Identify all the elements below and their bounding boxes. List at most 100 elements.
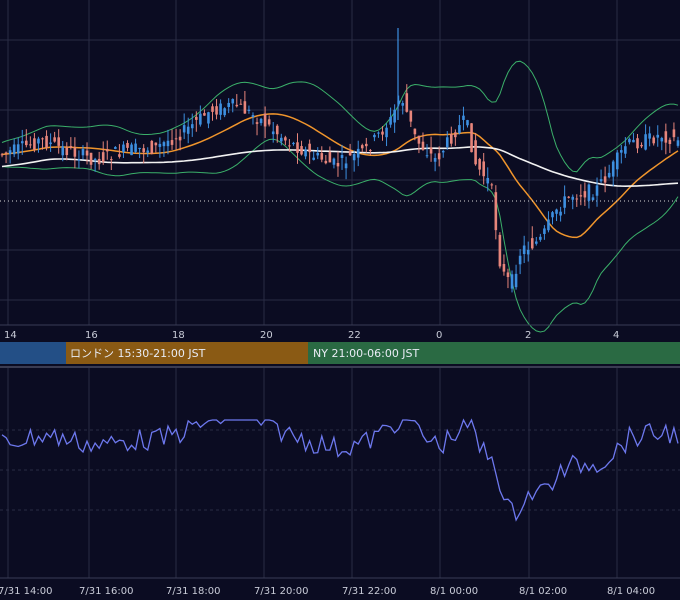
candle-body <box>478 158 481 170</box>
candle-body <box>441 150 445 153</box>
candle-body <box>138 147 141 149</box>
candle-body <box>110 159 113 161</box>
candle-body <box>81 149 85 156</box>
moving-average-lines <box>1 113 679 239</box>
x-tick-label: 18 <box>172 330 185 341</box>
candle-body <box>567 196 570 198</box>
candle-body <box>490 184 494 186</box>
x-tick-label-lower: 7/31 22:00 <box>342 586 396 597</box>
candle-body <box>389 116 392 125</box>
candle-body <box>445 137 449 147</box>
candle-body <box>405 93 409 112</box>
candle-body <box>271 131 275 135</box>
x-tick-label: 0 <box>436 330 442 341</box>
candle-body <box>571 196 575 200</box>
candle-body <box>8 150 12 155</box>
x-tick-label-lower: 8/1 02:00 <box>519 586 567 597</box>
candle-body <box>199 113 202 125</box>
candle-body <box>288 145 291 147</box>
candle-body <box>203 113 206 116</box>
candle-body <box>454 132 457 138</box>
candle-body <box>0 154 4 156</box>
candle-body <box>632 139 635 143</box>
candle-body <box>377 132 380 134</box>
candle-body <box>20 141 24 144</box>
candle-body <box>385 127 388 138</box>
candle-body <box>219 103 222 115</box>
candle-body <box>166 140 170 147</box>
candle-body <box>425 155 429 157</box>
candle-body <box>506 272 510 278</box>
candle-body <box>29 144 32 146</box>
candle-body <box>243 101 247 114</box>
x-tick-label: 4 <box>613 330 619 341</box>
x-tick-label: 22 <box>348 330 361 341</box>
candle-body <box>239 103 243 105</box>
candle-body <box>45 135 48 148</box>
candle-body <box>498 234 502 267</box>
candle-body <box>304 149 307 157</box>
candle-body <box>676 140 680 146</box>
candle-body <box>174 138 178 140</box>
candle-body <box>182 125 186 133</box>
candle-body <box>607 172 611 178</box>
candle-body <box>510 274 514 289</box>
candle-body <box>126 142 129 148</box>
candle-body <box>433 157 437 162</box>
candle-body <box>373 134 376 138</box>
candle-body <box>328 151 332 163</box>
candle-body <box>195 116 198 120</box>
candle-body <box>332 158 336 165</box>
candle-body <box>312 157 315 160</box>
candle-body <box>615 152 619 170</box>
candle-body <box>482 161 485 177</box>
candle-body <box>344 163 348 169</box>
candle-body <box>672 129 676 138</box>
candle-body <box>401 103 405 106</box>
candle-body <box>118 154 121 157</box>
candle-body <box>555 209 558 214</box>
candle-body <box>170 140 174 145</box>
candle-body <box>340 155 344 158</box>
candle-body <box>97 158 101 165</box>
candle-body <box>320 153 324 160</box>
candle-body <box>316 152 320 156</box>
candle-body <box>300 146 303 155</box>
candle-body <box>259 118 263 124</box>
candle-body <box>255 122 259 124</box>
candlesticks <box>0 28 680 293</box>
candle-body <box>611 161 615 177</box>
candle-body <box>636 138 639 149</box>
candle-body <box>49 142 52 145</box>
candle-body <box>466 120 469 126</box>
candle-body <box>429 147 433 154</box>
candle-body <box>134 143 137 152</box>
candle-body <box>150 140 154 154</box>
candle-body <box>324 160 328 164</box>
candle-body <box>223 108 226 116</box>
candle-body <box>583 191 587 198</box>
candle-body <box>267 119 271 125</box>
candle-body <box>365 143 368 147</box>
candle-body <box>539 236 542 240</box>
candle-body <box>146 150 150 153</box>
candle-body <box>57 137 60 146</box>
x-tick-label: 16 <box>85 330 98 341</box>
candle-body <box>603 176 607 183</box>
candle-body <box>348 151 352 156</box>
candle-body <box>579 195 583 197</box>
oscillator-panel-x-axis: 7/31 14:00 7/31 16:00 7/31 18:00 7/31 20:00… <box>0 586 655 597</box>
candle-body <box>41 138 44 140</box>
x-tick-label-lower: 7/31 14:00 <box>0 586 52 597</box>
candle-body <box>502 264 506 272</box>
chart-canvas: 14 16 18 20 22 0 2 4 ロンドン 15:30-21:00 JST NY 21… <box>0 0 680 597</box>
candle-body <box>247 109 251 112</box>
candle-body <box>535 241 538 244</box>
candle-body <box>154 142 158 146</box>
price-panel-x-axis: 14 16 18 20 22 0 2 4 <box>4 330 619 341</box>
candle-body <box>352 154 356 161</box>
x-tick-label-lower: 8/1 00:00 <box>430 586 478 597</box>
candle-body <box>251 115 255 117</box>
candle-body <box>518 255 522 265</box>
candle-body <box>101 152 105 162</box>
